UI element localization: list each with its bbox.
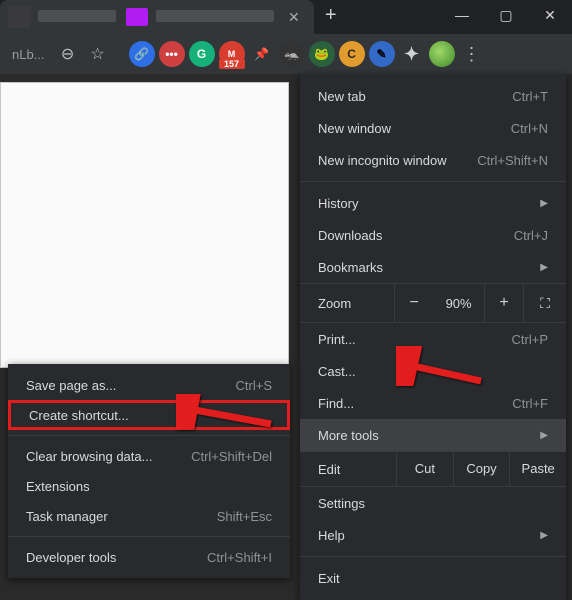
browser-toolbar: nLb... ⊖ ☆ 🔗 ••• G 157M 📌 🦡 🐸 C ✎ ✦ ⋮ — [0, 34, 572, 74]
submenu-label: Save page as... — [26, 378, 116, 393]
main-menu: New tab Ctrl+T New window Ctrl+N New inc… — [300, 74, 566, 600]
menu-shortcut: Ctrl+P — [512, 332, 548, 347]
extension-link-icon[interactable]: 🔗 — [129, 41, 155, 67]
submenu-separator — [8, 536, 290, 537]
pin-icon[interactable]: 📌 — [249, 41, 275, 67]
profile-avatar[interactable] — [429, 41, 455, 67]
menu-label: Cast... — [318, 364, 356, 379]
submenu-label: Task manager — [26, 509, 108, 524]
edit-label: Edit — [300, 462, 396, 477]
menu-label: New window — [318, 121, 391, 136]
zoom-label: Zoom — [300, 296, 394, 311]
menu-label: New tab — [318, 89, 366, 104]
extension-c-icon[interactable]: C — [339, 41, 365, 67]
tab-favicon — [126, 8, 148, 26]
menu-find[interactable]: Find... Ctrl+F — [300, 387, 566, 419]
page-content — [0, 82, 289, 368]
extension-grammarly-icon[interactable]: G — [189, 41, 215, 67]
tab-favicon-placeholder — [8, 6, 30, 28]
submenu-label: Clear browsing data... — [26, 449, 152, 464]
browser-tab[interactable]: ✕ — [0, 0, 314, 34]
kebab-menu-icon[interactable]: ⋮ — [459, 44, 485, 65]
submenu-clear-data[interactable]: Clear browsing data... Ctrl+Shift+Del — [8, 441, 290, 471]
tab-close-icon[interactable]: ✕ — [282, 9, 306, 26]
menu-label: More tools — [318, 428, 379, 443]
submenu-developer-tools[interactable]: Developer tools Ctrl+Shift+I — [8, 542, 290, 572]
menu-label: Print... — [318, 332, 356, 347]
extension-gmail-icon[interactable]: 157M — [219, 41, 245, 67]
paste-button[interactable]: Paste — [509, 451, 566, 487]
submenu-shortcut: Ctrl+Shift+I — [207, 550, 272, 565]
tab-title — [38, 10, 116, 25]
gmail-badge: 157 — [219, 59, 245, 69]
menu-label: Settings — [318, 496, 365, 511]
menu-bookmarks[interactable]: Bookmarks ▶ — [300, 251, 566, 283]
menu-label: New incognito window — [318, 153, 447, 168]
minimize-button[interactable]: — — [440, 0, 484, 30]
arrow-annotation-2 — [176, 394, 276, 435]
new-tab-button[interactable]: + — [314, 0, 348, 34]
menu-new-window[interactable]: New window Ctrl+N — [300, 112, 566, 144]
close-window-button[interactable]: ✕ — [528, 0, 572, 30]
menu-settings[interactable]: Settings — [300, 487, 566, 519]
menu-more-tools[interactable]: More tools ▶ — [300, 419, 566, 451]
extension-lastpass-icon[interactable]: ••• — [159, 41, 185, 67]
chevron-right-icon: ▶ — [540, 430, 548, 441]
chevron-right-icon: ▶ — [540, 262, 548, 273]
arrow-annotation-1 — [396, 346, 486, 391]
menu-history[interactable]: History ▶ — [300, 187, 566, 219]
menu-label: History — [318, 196, 358, 211]
menu-new-tab[interactable]: New tab Ctrl+T — [300, 80, 566, 112]
extension-pencil-icon[interactable]: ✎ — [369, 41, 395, 67]
menu-shortcut: Ctrl+Shift+N — [477, 153, 548, 168]
menu-separator — [300, 181, 566, 182]
menu-shortcut: Ctrl+N — [511, 121, 548, 136]
copy-button[interactable]: Copy — [453, 451, 510, 487]
zoom-value: 90% — [433, 296, 484, 311]
submenu-separator — [8, 435, 290, 436]
submenu-task-manager[interactable]: Task manager Shift+Esc — [8, 501, 290, 531]
chevron-right-icon: ▶ — [540, 198, 548, 209]
menu-label: Find... — [318, 396, 354, 411]
menu-new-incognito[interactable]: New incognito window Ctrl+Shift+N — [300, 144, 566, 176]
extension-frog-icon[interactable]: 🐸 — [309, 41, 335, 67]
menu-shortcut: Ctrl+T — [512, 89, 548, 104]
menu-label: Exit — [318, 571, 340, 586]
submenu-label: Create shortcut... — [29, 408, 129, 423]
submenu-label: Developer tools — [26, 550, 116, 565]
menu-shortcut: Ctrl+F — [512, 396, 548, 411]
cut-button[interactable]: Cut — [396, 451, 453, 487]
menu-edit-row: Edit Cut Copy Paste — [300, 451, 566, 487]
submenu-shortcut: Ctrl+S — [236, 378, 272, 393]
title-bar: ✕ + — ▢ ✕ — [0, 0, 572, 34]
menu-label: Help — [318, 528, 345, 543]
menu-downloads[interactable]: Downloads Ctrl+J — [300, 219, 566, 251]
address-fragment: nLb... — [6, 47, 51, 62]
zoom-minus-button[interactable]: − — [394, 283, 433, 323]
submenu-shortcut: Shift+Esc — [217, 509, 272, 524]
maximize-button[interactable]: ▢ — [484, 0, 528, 30]
extension-privacy-badger-icon[interactable]: 🦡 — [279, 41, 305, 67]
submenu-shortcut: Ctrl+Shift+Del — [191, 449, 272, 464]
chevron-right-icon: ▶ — [540, 530, 548, 541]
tab-title-2 — [156, 10, 274, 25]
menu-exit[interactable]: Exit — [300, 562, 566, 594]
extensions-puzzle-icon[interactable]: ✦ — [399, 41, 425, 67]
fullscreen-icon[interactable]: ⛶ — [523, 283, 566, 323]
zoom-plus-button[interactable]: + — [484, 283, 523, 323]
menu-help[interactable]: Help ▶ — [300, 519, 566, 551]
submenu-extensions[interactable]: Extensions — [8, 471, 290, 501]
menu-zoom-row: Zoom − 90% + ⛶ — [300, 283, 566, 323]
menu-label: Bookmarks — [318, 260, 383, 275]
bookmark-star-icon[interactable]: ☆ — [85, 41, 111, 67]
zoom-out-icon[interactable]: ⊖ — [55, 41, 81, 67]
menu-label: Downloads — [318, 228, 382, 243]
submenu-label: Extensions — [26, 479, 90, 494]
window-controls: — ▢ ✕ — [440, 0, 572, 34]
menu-separator — [300, 556, 566, 557]
menu-shortcut: Ctrl+J — [514, 228, 548, 243]
